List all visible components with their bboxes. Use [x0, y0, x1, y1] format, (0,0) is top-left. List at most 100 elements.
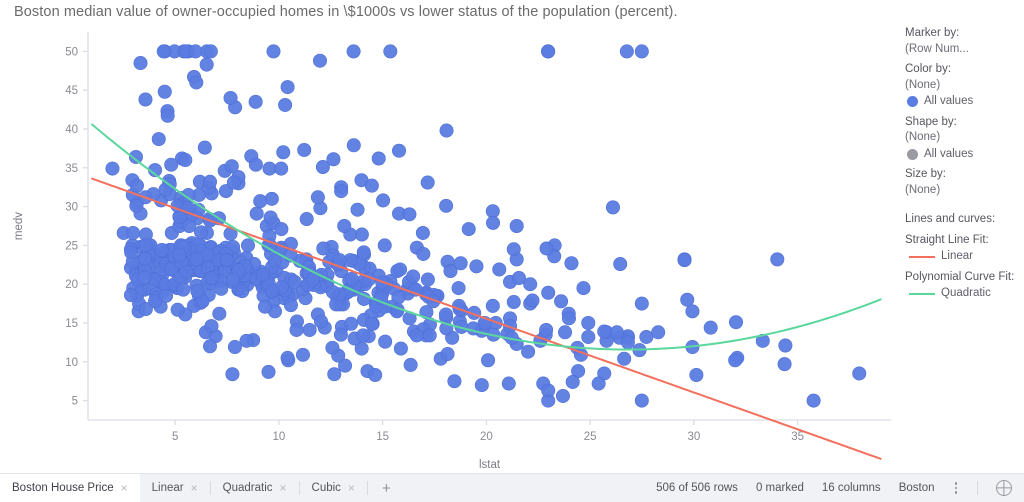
shape-by-value[interactable]: (None) [905, 131, 1024, 144]
data-point[interactable] [287, 274, 302, 289]
data-point[interactable] [164, 157, 179, 172]
data-point[interactable] [203, 44, 218, 59]
data-point[interactable] [334, 184, 349, 199]
data-point[interactable] [451, 281, 466, 296]
data-point[interactable] [597, 324, 612, 339]
data-point[interactable] [485, 298, 500, 313]
data-point[interactable] [438, 307, 453, 322]
data-point[interactable] [852, 366, 867, 381]
data-point[interactable] [325, 284, 340, 299]
data-point[interactable] [283, 298, 298, 313]
data-point[interactable] [278, 97, 293, 112]
data-point[interactable] [123, 288, 138, 303]
data-point[interactable] [420, 175, 435, 190]
color-by-value[interactable]: (None) [905, 79, 1024, 92]
data-point[interactable] [453, 256, 468, 271]
data-source-name[interactable]: Boston [899, 482, 935, 494]
scatter-plot-canvas[interactable]: 5 10 15 20 25 30 35 40 45 50 5 10 15 20 25 30 35 lstat med… [0, 24, 900, 474]
data-point[interactable] [182, 219, 197, 234]
data-point[interactable] [541, 383, 556, 398]
legend-item-linear[interactable]: Linear [907, 250, 1024, 263]
data-point[interactable] [170, 302, 185, 317]
close-icon[interactable]: × [280, 482, 287, 494]
data-point[interactable] [178, 153, 193, 168]
data-point[interactable] [620, 335, 635, 350]
close-icon[interactable]: × [348, 482, 355, 494]
data-point[interactable] [634, 296, 649, 311]
data-point[interactable] [474, 378, 489, 393]
data-point[interactable] [257, 299, 272, 314]
marker-by-value[interactable]: (Row Num... [905, 43, 1024, 56]
data-point[interactable] [447, 374, 462, 389]
more-options-icon[interactable] [953, 482, 960, 494]
data-point[interactable] [129, 198, 144, 213]
close-icon[interactable]: × [191, 482, 198, 494]
data-point[interactable] [302, 322, 317, 337]
data-point[interactable] [325, 340, 340, 355]
data-point[interactable] [266, 44, 281, 59]
data-point[interactable] [156, 44, 171, 59]
data-point[interactable] [393, 262, 408, 277]
data-point[interactable] [137, 251, 152, 266]
data-point[interactable] [326, 152, 341, 167]
data-point[interactable] [138, 238, 153, 253]
data-point[interactable] [402, 207, 417, 222]
data-point[interactable] [203, 174, 218, 189]
data-point[interactable] [124, 245, 139, 260]
data-point[interactable] [154, 243, 169, 258]
data-point[interactable] [344, 316, 359, 331]
data-point[interactable] [376, 193, 391, 208]
data-point[interactable] [299, 212, 314, 227]
data-point[interactable] [406, 269, 421, 284]
data-point[interactable] [344, 271, 359, 286]
page-tab[interactable]: Quadratic × [211, 474, 299, 502]
data-point[interactable] [138, 302, 153, 317]
data-point[interactable] [728, 315, 743, 330]
data-point[interactable] [392, 143, 407, 158]
data-point[interactable] [159, 288, 174, 303]
data-point[interactable] [383, 44, 398, 59]
data-point[interactable] [223, 90, 238, 105]
data-point[interactable] [129, 178, 144, 193]
data-point[interactable] [486, 215, 501, 230]
data-point[interactable] [703, 320, 718, 335]
data-point[interactable] [346, 44, 361, 59]
data-point[interactable] [680, 292, 695, 307]
data-point[interactable] [310, 190, 325, 205]
data-point[interactable] [409, 328, 424, 343]
data-point[interactable] [137, 270, 152, 285]
data-point[interactable] [539, 241, 554, 256]
data-point[interactable] [105, 161, 120, 176]
data-point[interactable] [806, 393, 821, 408]
data-point[interactable] [492, 262, 507, 277]
data-point[interactable] [151, 132, 166, 147]
data-point[interactable] [377, 238, 392, 253]
data-point[interactable] [160, 108, 175, 123]
data-point[interactable] [554, 294, 569, 309]
data-point[interactable] [420, 272, 435, 287]
data-point[interactable] [609, 325, 624, 340]
data-point[interactable] [316, 241, 331, 256]
color-legend-item-all-values[interactable]: All values [907, 95, 1024, 108]
data-point[interactable] [289, 322, 304, 337]
data-point[interactable] [617, 351, 632, 366]
data-point[interactable] [249, 206, 264, 221]
data-point[interactable] [591, 376, 606, 391]
data-point[interactable] [280, 350, 295, 365]
data-point[interactable] [199, 57, 214, 72]
data-point[interactable] [219, 253, 234, 268]
add-page-button[interactable]: + [368, 474, 405, 502]
data-point[interactable] [346, 138, 361, 153]
data-point[interactable] [439, 198, 454, 213]
shape-legend-item-all-values[interactable]: All values [907, 148, 1024, 161]
data-point[interactable] [239, 333, 254, 348]
data-point[interactable] [481, 353, 496, 368]
data-point[interactable] [227, 340, 242, 355]
data-point[interactable] [248, 157, 263, 172]
data-point[interactable] [613, 257, 628, 272]
data-point[interactable] [634, 393, 649, 408]
data-point[interactable] [364, 178, 379, 193]
data-point[interactable] [368, 367, 383, 382]
data-point[interactable] [770, 252, 785, 267]
page-tab[interactable]: Boston House Price × [0, 474, 140, 502]
